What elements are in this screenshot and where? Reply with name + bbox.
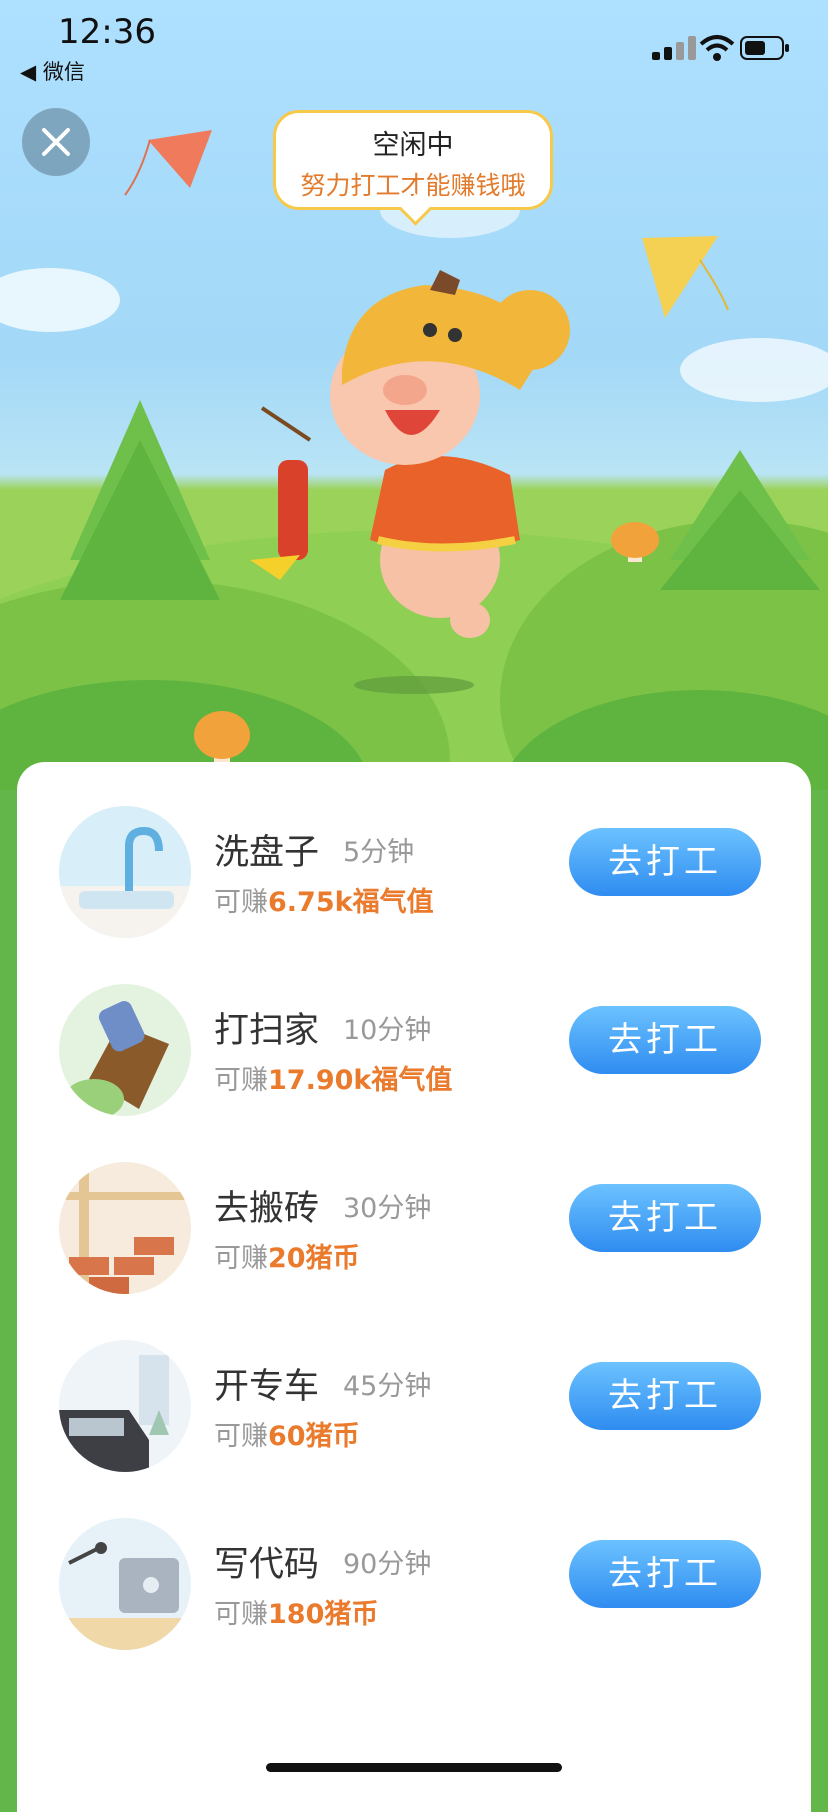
reward-amount: 180猪币 bbox=[268, 1599, 379, 1630]
tree-left-icon bbox=[60, 400, 220, 600]
job-duration: 45分钟 bbox=[343, 1371, 432, 1402]
go-work-button[interactable]: 去打工 bbox=[569, 1540, 761, 1608]
job-duration: 30分钟 bbox=[343, 1193, 432, 1224]
status-time: 12:36 bbox=[58, 12, 156, 52]
job-name: 写代码 bbox=[214, 1545, 320, 1585]
reward-amount: 17.90k福气值 bbox=[268, 1065, 453, 1096]
red-kite-icon bbox=[124, 130, 212, 196]
sink-icon bbox=[59, 806, 191, 938]
back-to-wechat-link[interactable]: ◀ 微信 bbox=[20, 56, 85, 86]
job-reward: 可赚60猪币 bbox=[214, 1421, 360, 1452]
job-duration: 90分钟 bbox=[343, 1549, 432, 1580]
job-row: 写代码 90分钟 可赚180猪币 去打工 bbox=[17, 1518, 811, 1668]
close-button[interactable] bbox=[22, 108, 90, 176]
wifi-icon bbox=[699, 35, 735, 61]
jobs-panel: 洗盘子 5分钟 可赚6.75k福气值 去打工 打扫家 10分钟 可赚17.90k… bbox=[17, 762, 811, 1812]
job-name: 开专车 bbox=[214, 1367, 320, 1407]
bricks-icon bbox=[59, 1162, 191, 1294]
idle-status: 空闲中 bbox=[372, 130, 454, 161]
home-indicator[interactable] bbox=[266, 1763, 562, 1772]
go-work-button[interactable]: 去打工 bbox=[569, 1006, 761, 1074]
broom-icon bbox=[59, 984, 191, 1116]
job-duration: 5分钟 bbox=[343, 837, 415, 868]
job-reward: 可赚6.75k福气值 bbox=[214, 887, 434, 918]
go-work-button[interactable]: 去打工 bbox=[569, 1362, 761, 1430]
job-row: 洗盘子 5分钟 可赚6.75k福气值 去打工 bbox=[17, 806, 811, 956]
status-bar: 12:36 ◀ 微信 bbox=[0, 0, 828, 86]
job-row: 去搬砖 30分钟 可赚20猪币 去打工 bbox=[17, 1162, 811, 1312]
car-icon bbox=[59, 1340, 191, 1472]
laptop-icon bbox=[59, 1518, 191, 1650]
battery-icon bbox=[740, 36, 789, 60]
status-bubble: 空闲中 努力打工才能赚钱哦 bbox=[273, 110, 553, 210]
yellow-kite-icon bbox=[642, 236, 729, 318]
job-reward: 可赚180猪币 bbox=[214, 1599, 379, 1630]
reward-amount: 6.75k福气值 bbox=[268, 887, 434, 918]
job-name: 去搬砖 bbox=[214, 1189, 320, 1229]
reward-amount: 20猪币 bbox=[268, 1243, 360, 1274]
close-icon bbox=[42, 128, 70, 156]
signal-icon bbox=[652, 36, 700, 60]
job-duration: 10分钟 bbox=[343, 1015, 432, 1046]
bubble-tip: 努力打工才能赚钱哦 bbox=[300, 171, 526, 200]
go-work-button[interactable]: 去打工 bbox=[569, 828, 761, 896]
tree-right-icon bbox=[660, 450, 820, 590]
reward-amount: 60猪币 bbox=[268, 1421, 360, 1452]
job-reward: 可赚17.90k福气值 bbox=[214, 1065, 453, 1096]
job-row: 开专车 45分钟 可赚60猪币 去打工 bbox=[17, 1340, 811, 1490]
job-row: 打扫家 10分钟 可赚17.90k福气值 去打工 bbox=[17, 984, 811, 1134]
job-name: 洗盘子 bbox=[214, 833, 320, 873]
job-name: 打扫家 bbox=[214, 1011, 320, 1051]
job-reward: 可赚20猪币 bbox=[214, 1243, 360, 1274]
go-work-button[interactable]: 去打工 bbox=[569, 1184, 761, 1252]
